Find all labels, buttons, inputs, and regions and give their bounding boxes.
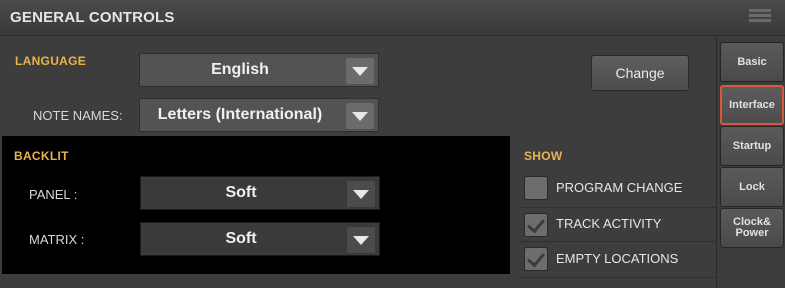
chevron-down-icon — [347, 181, 375, 207]
tab-startup[interactable]: Startup — [720, 126, 784, 166]
language-dropdown[interactable]: English — [139, 53, 379, 87]
title-bar: GENERAL CONTROLS — [0, 0, 785, 36]
matrix-value: Soft — [225, 230, 257, 247]
empty-locations-label: EMPTY LOCATIONS — [556, 251, 679, 266]
show-section-label: SHOW — [524, 149, 563, 163]
program-change-label: PROGRAM CHANGE — [556, 180, 683, 195]
matrix-label: MATRIX : — [29, 232, 85, 247]
note-names-label: NOTE NAMES: — [33, 108, 123, 123]
language-value: English — [211, 61, 269, 78]
chevron-down-icon — [346, 103, 374, 129]
program-change-checkbox[interactable] — [524, 176, 548, 200]
page-title: GENERAL CONTROLS — [10, 9, 175, 26]
tab-interface[interactable]: Interface — [720, 85, 784, 125]
chevron-down-icon — [347, 227, 375, 253]
tab-clock-power[interactable]: Clock& Power — [720, 208, 784, 248]
track-activity-label: TRACK ACTIVITY — [556, 216, 662, 231]
panel-label: PANEL : — [29, 187, 78, 202]
panel-value: Soft — [225, 184, 257, 201]
chevron-down-icon — [346, 58, 374, 84]
main-panel: LANGUAGE English Change NOTE NAMES: Lett… — [0, 36, 716, 288]
backlit-section-label: BACKLIT — [14, 149, 69, 163]
matrix-dropdown[interactable]: Soft — [140, 222, 380, 256]
hamburger-menu-icon[interactable] — [749, 9, 771, 27]
divider — [518, 241, 716, 242]
note-names-value: Letters (International) — [157, 106, 323, 123]
side-tabs: Basic Interface Startup Lock Clock& Powe… — [716, 36, 785, 288]
empty-locations-checkbox[interactable] — [524, 247, 548, 271]
divider — [518, 207, 716, 208]
tab-lock[interactable]: Lock — [720, 167, 784, 207]
tab-basic[interactable]: Basic — [720, 42, 784, 82]
backlit-panel: BACKLIT PANEL : Soft MATRIX : Soft — [2, 136, 510, 274]
track-activity-checkbox[interactable] — [524, 213, 548, 237]
language-section-label: LANGUAGE — [15, 54, 87, 68]
divider — [518, 277, 716, 278]
note-names-dropdown[interactable]: Letters (International) — [139, 98, 379, 132]
panel-dropdown[interactable]: Soft — [140, 176, 380, 210]
change-button[interactable]: Change — [591, 55, 689, 91]
